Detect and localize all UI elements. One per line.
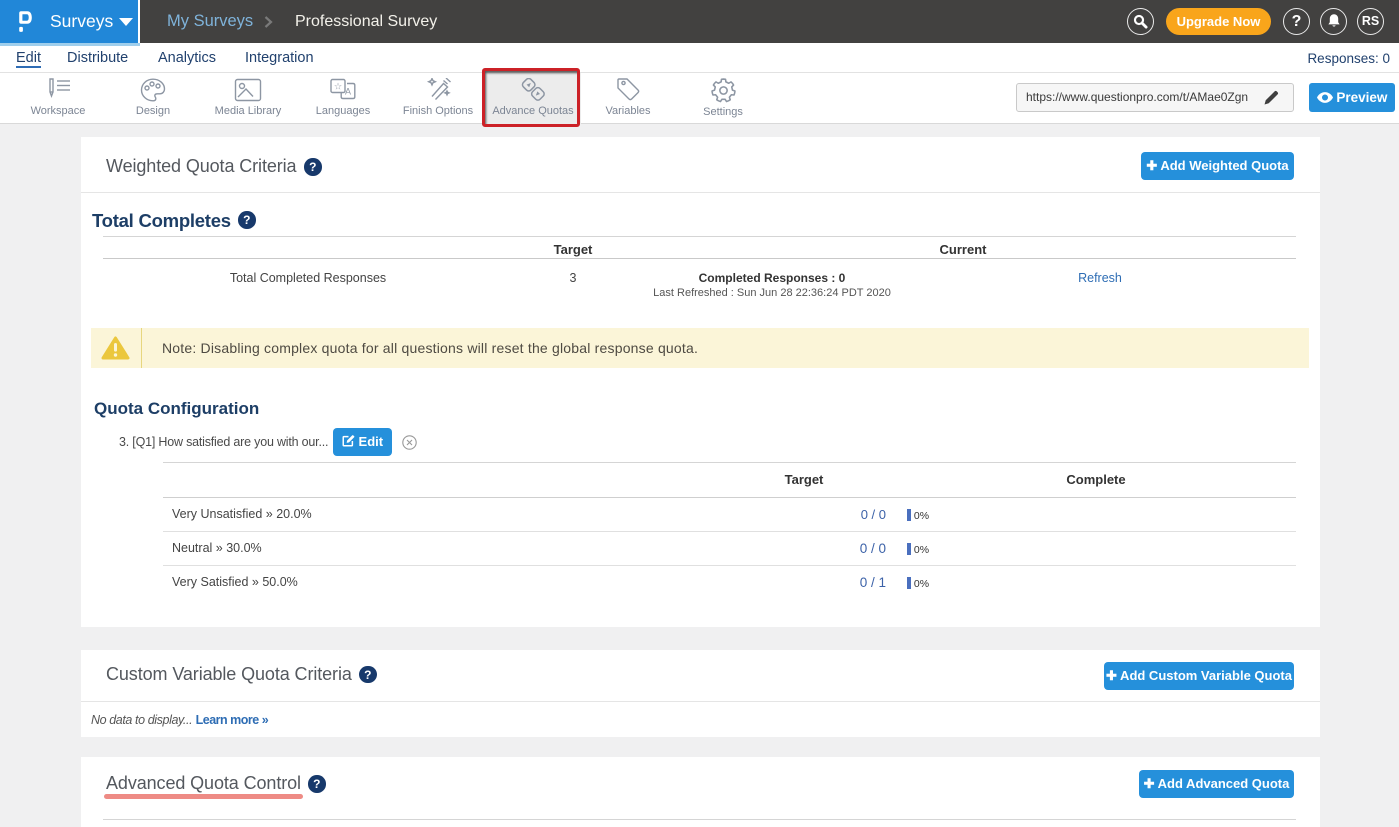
- svg-text:☆: ☆: [334, 82, 343, 93]
- svg-text:A: A: [345, 87, 351, 97]
